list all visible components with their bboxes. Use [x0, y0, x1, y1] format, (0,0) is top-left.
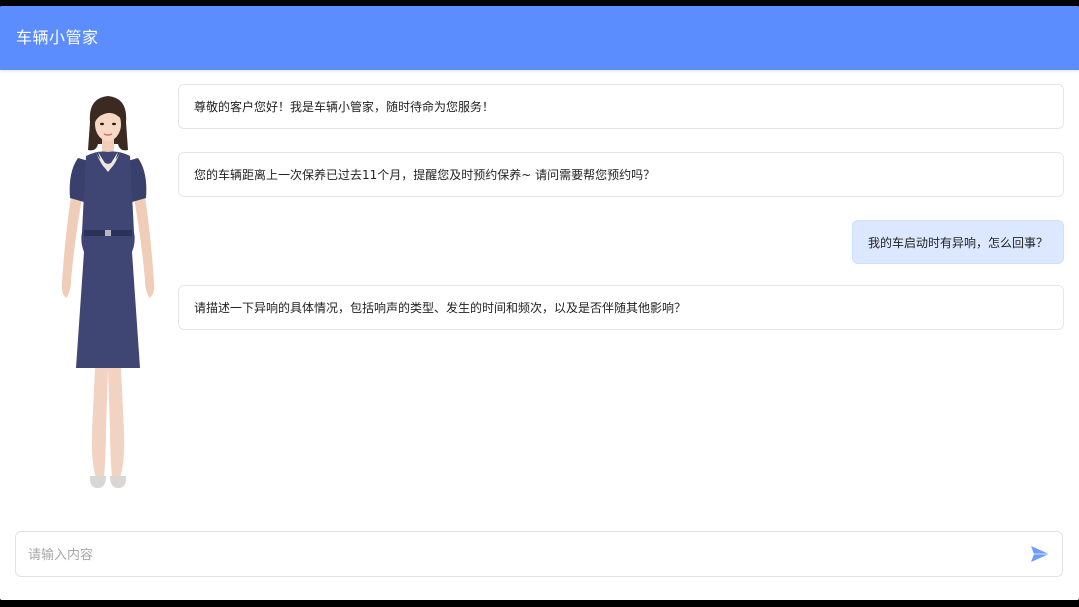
send-button[interactable] [1030, 545, 1050, 563]
message-composer [15, 531, 1063, 577]
app-title: 车辆小管家 [16, 28, 99, 47]
bot-message: 尊敬的客户您好！我是车辆小管家，随时待命为您服务！ [178, 84, 1064, 129]
bot-message: 请描述一下异响的具体情况，包括响声的类型、发生的时间和频次，以及是否伴随其他影响… [178, 285, 1064, 330]
assistant-figure-illustration [61, 96, 155, 488]
user-message: 我的车启动时有异响，怎么回事？ [851, 220, 1064, 264]
app-window: 车辆小管家 尊敬的客户您好！我是车辆小管家，随时待命为您服务！ 您的车辆距离上一… [0, 6, 1079, 600]
message-text: 我的车启动时有异响，怎么回事？ [867, 236, 1048, 250]
assistant-avatar [40, 92, 176, 492]
message-text: 您的车辆距离上一次保养已过去11个月，提醒您及时预约保养~ 请问需要帮您预约吗？ [194, 168, 656, 182]
header-bar: 车辆小管家 [0, 6, 1079, 70]
bot-message: 您的车辆距离上一次保养已过去11个月，提醒您及时预约保养~ 请问需要帮您预约吗？ [178, 152, 1064, 197]
message-input[interactable] [26, 541, 1010, 569]
message-text: 尊敬的客户您好！我是车辆小管家，随时待命为您服务！ [194, 100, 495, 114]
message-text: 请描述一下异响的具体情况，包括响声的类型、发生的时间和频次，以及是否伴随其他影响… [194, 301, 687, 315]
send-icon [1031, 546, 1049, 562]
